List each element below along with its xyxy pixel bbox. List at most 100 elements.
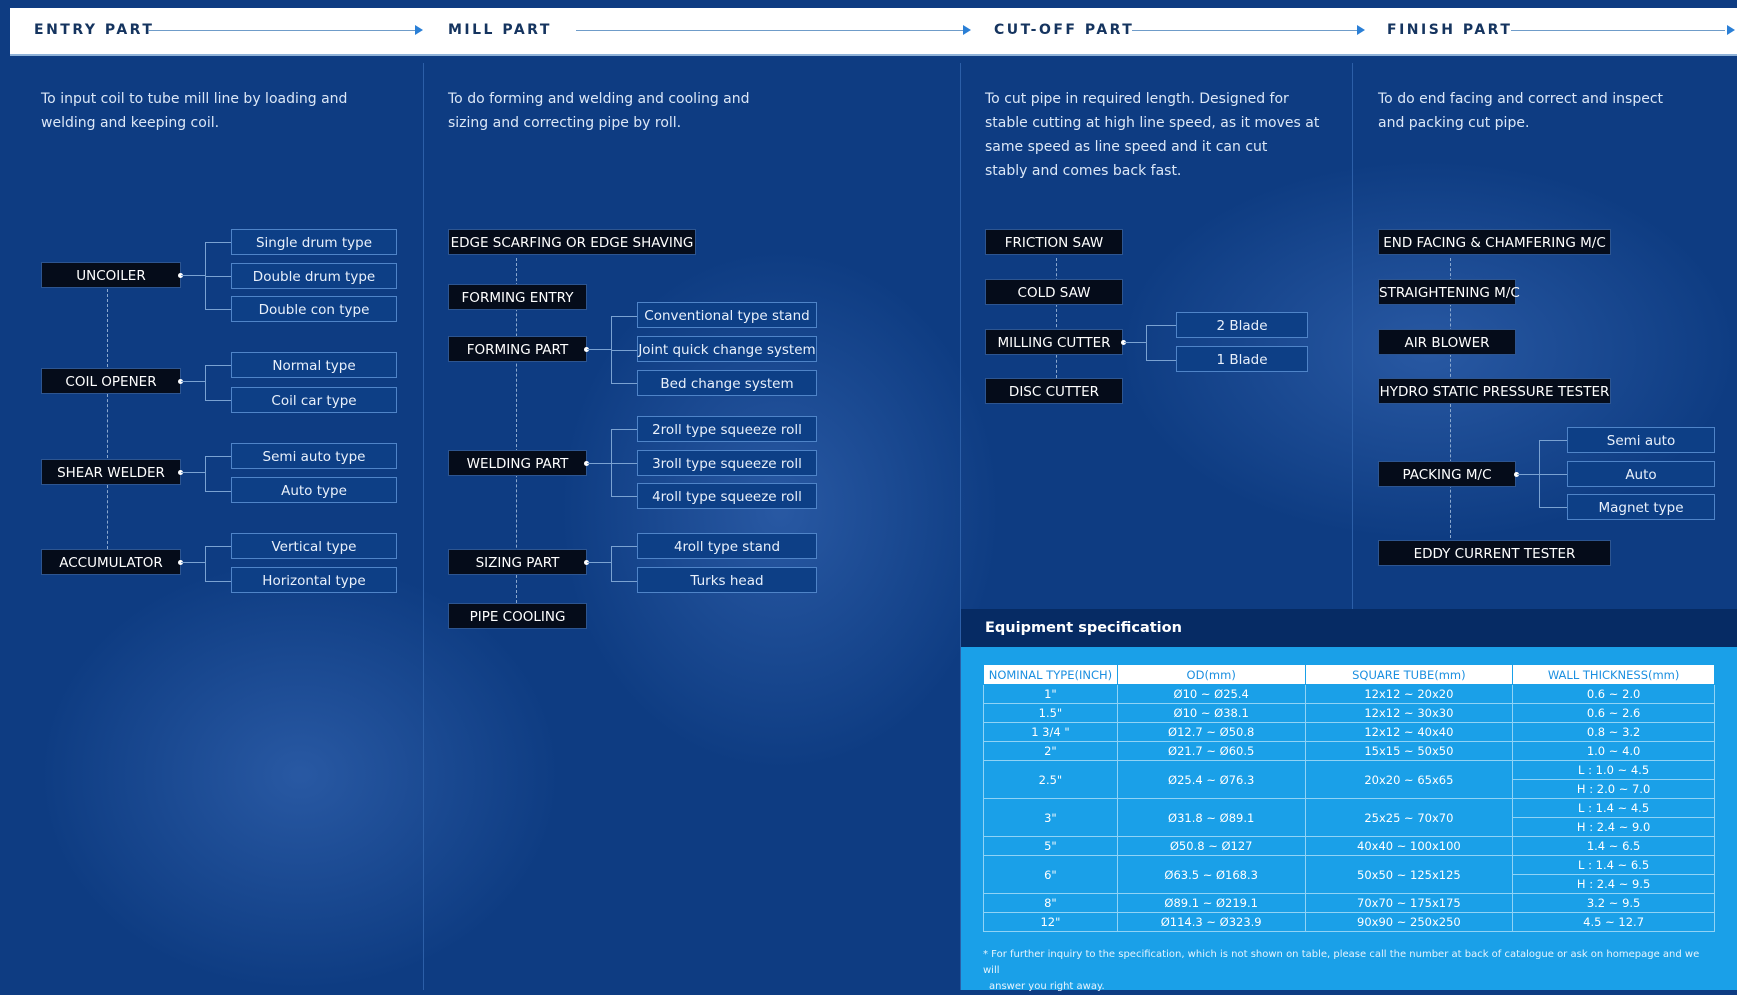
sizing-option: 4roll type stand [637,533,817,559]
spec-cell-nominal: 1 3/4 " [983,722,1118,742]
milling-option: 1 Blade [1176,346,1308,372]
branch-line [205,456,231,457]
accumulator-box: ACCUMULATOR [41,549,181,575]
straightening-box: STRAIGHTENING M/C [1378,279,1520,305]
spec-cell-nominal: 3" [983,798,1118,837]
arrow-right-icon [415,25,423,35]
shear-welder-option: Auto type [231,477,397,503]
branch-line [205,581,231,582]
spec-cell-wall: L : 1.4 ~ 4.5 [1512,798,1715,818]
header-finish: FINISH PART [1366,8,1737,54]
entry-description: To input coil to tube mill line by loadi… [41,91,348,131]
coil-opener-box: COIL OPENER [41,368,181,394]
spec-cell-wall: L : 1.0 ~ 4.5 [1512,760,1715,780]
branch-line [611,581,637,582]
spec-cell-od: Ø50.8 ~ Ø127 [1116,836,1306,856]
spec-cell-square: 20x20 ~ 65x65 [1304,760,1514,799]
branch-line [205,309,231,310]
spec-cell-wall: H : 2.0 ~ 7.0 [1512,779,1715,799]
welding-option: 4roll type squeeze roll [637,483,817,509]
table-row: 1 3/4 " Ø12.7 ~ Ø50.8 12x12 ~ 40x40 0.8 ~ 3… [983,722,1715,742]
spec-table-body: 1" Ø10 ~ Ø25.4 12x12 ~ 20x20 0.6 ~ 2.0 1.5" Ø… [983,684,1715,932]
milling-option: 2 Blade [1176,312,1308,338]
spec-cell-od: Ø25.4 ~ Ø76.3 [1116,760,1306,799]
welding-option: 3roll type squeeze roll [637,450,817,476]
accumulator-option: Vertical type [231,533,397,559]
branch-line [205,365,206,400]
branch-line [1539,474,1567,475]
header-mill: MILL PART [424,8,972,54]
table-row: 2" Ø21.7 ~ Ø60.5 15x15 ~ 50x50 1.0 ~ 4.0 [983,741,1715,761]
branch-line [205,546,206,581]
header-line [576,30,964,31]
header-cutoff: CUT-OFF PART [972,8,1366,54]
spec-cell-nominal: 2" [983,741,1118,761]
spec-cell-od: Ø63.5 ~ Ø168.3 [1116,855,1306,894]
spec-cell-wall: 0.6 ~ 2.6 [1512,703,1715,723]
spec-cell-wall: 1.0 ~ 4.0 [1512,741,1715,761]
edge-scarfing-box: EDGE SCARFING OR EDGE SHAVING [448,229,696,255]
eddy-tester-box: EDDY CURRENT TESTER [1378,540,1611,566]
branch-line [181,275,205,276]
spec-cell-nominal: 2.5" [983,760,1118,799]
spec-cell-square: 15x15 ~ 50x50 [1304,741,1514,761]
table-row: 5" Ø50.8 ~ Ø127 40x40 ~ 100x100 1.4 ~ 6.5 [983,836,1715,856]
branch-line [611,546,637,547]
header-entry: ENTRY PART [10,8,424,54]
branch-line [611,463,637,464]
packing-option: Magnet type [1567,494,1715,520]
branch-line [205,546,231,547]
table-row: 6" Ø63.5 ~ Ø168.3 50x50 ~ 125x125 L : 1.4 ~… [983,855,1715,894]
forming-entry-box: FORMING ENTRY [448,284,587,310]
header-title-finish: FINISH PART [1387,22,1513,38]
process-header: ENTRY PART MILL PART CUT-OFF PART FINISH… [10,8,1737,56]
branch-line [587,562,611,563]
branch-line [1539,440,1567,441]
sizing-part-box: SIZING PART [448,549,587,575]
table-row: 3" Ø31.8 ~ Ø89.1 25x25 ~ 70x70 L : 1.4 ~ 4.… [983,798,1715,837]
packing-box: PACKING M/C [1378,461,1516,487]
disc-cutter-box: DISC CUTTER [985,378,1123,404]
cold-saw-box: COLD SAW [985,279,1123,305]
hydro-tester-box: HYDRO STATIC PRESSURE TESTER [1378,378,1611,404]
spec-header: WALL THICKNESS(mm) [1512,664,1715,685]
arrow-right-icon [1357,25,1365,35]
branch-line [1539,507,1567,508]
branch-line [611,496,637,497]
flow-connector [107,394,108,458]
table-row: 1" Ø10 ~ Ø25.4 12x12 ~ 20x20 0.6 ~ 2.0 [983,684,1715,704]
spec-cell-wall: 0.6 ~ 2.0 [1512,684,1715,704]
branch-line [587,349,611,350]
spec-cell-square: 12x12 ~ 30x30 [1304,703,1514,723]
cutoff-description: To cut pipe in required length. Designed… [985,91,1320,179]
forming-part-box: FORMING PART [448,336,587,362]
spec-cell-wall: 0.8 ~ 3.2 [1512,722,1715,742]
packing-option: Auto [1567,461,1715,487]
column-divider [423,63,424,990]
spec-cell-nominal: 1" [983,684,1118,704]
branch-line [205,276,231,277]
spec-cell-wall: 4.5 ~ 12.7 [1512,912,1715,932]
spec-title: Equipment specification [985,620,1182,636]
branch-line [205,365,231,366]
branch-line [587,463,611,464]
welding-option: 2roll type squeeze roll [637,416,817,442]
spec-cell-wall: 3.2 ~ 9.5 [1512,893,1715,913]
spec-cell-wall: 1.4 ~ 6.5 [1512,836,1715,856]
flow-connector [107,289,108,367]
spec-cell-nominal: 5" [983,836,1118,856]
uncoiler-option: Double con type [231,296,397,322]
spec-header: NOMINAL TYPE(INCH) [983,664,1118,685]
branch-line [205,400,231,401]
mill-description: To do forming and welding and cooling an… [448,91,750,131]
table-row: 2.5" Ø25.4 ~ Ø76.3 20x20 ~ 65x65 L : 1.0 ~ … [983,760,1715,799]
forming-option: Bed change system [637,370,817,396]
welding-part-box: WELDING PART [448,450,587,476]
spec-cell-od: Ø114.3 ~ Ø323.9 [1116,912,1306,932]
branch-line [1517,474,1539,475]
header-title-cutoff: CUT-OFF PART [994,22,1135,38]
coil-opener-option: Coil car type [231,387,397,413]
spec-title-bar: Equipment specification [961,609,1737,647]
spec-cell-square: 12x12 ~ 40x40 [1304,722,1514,742]
uncoiler-option: Double drum type [231,263,397,289]
